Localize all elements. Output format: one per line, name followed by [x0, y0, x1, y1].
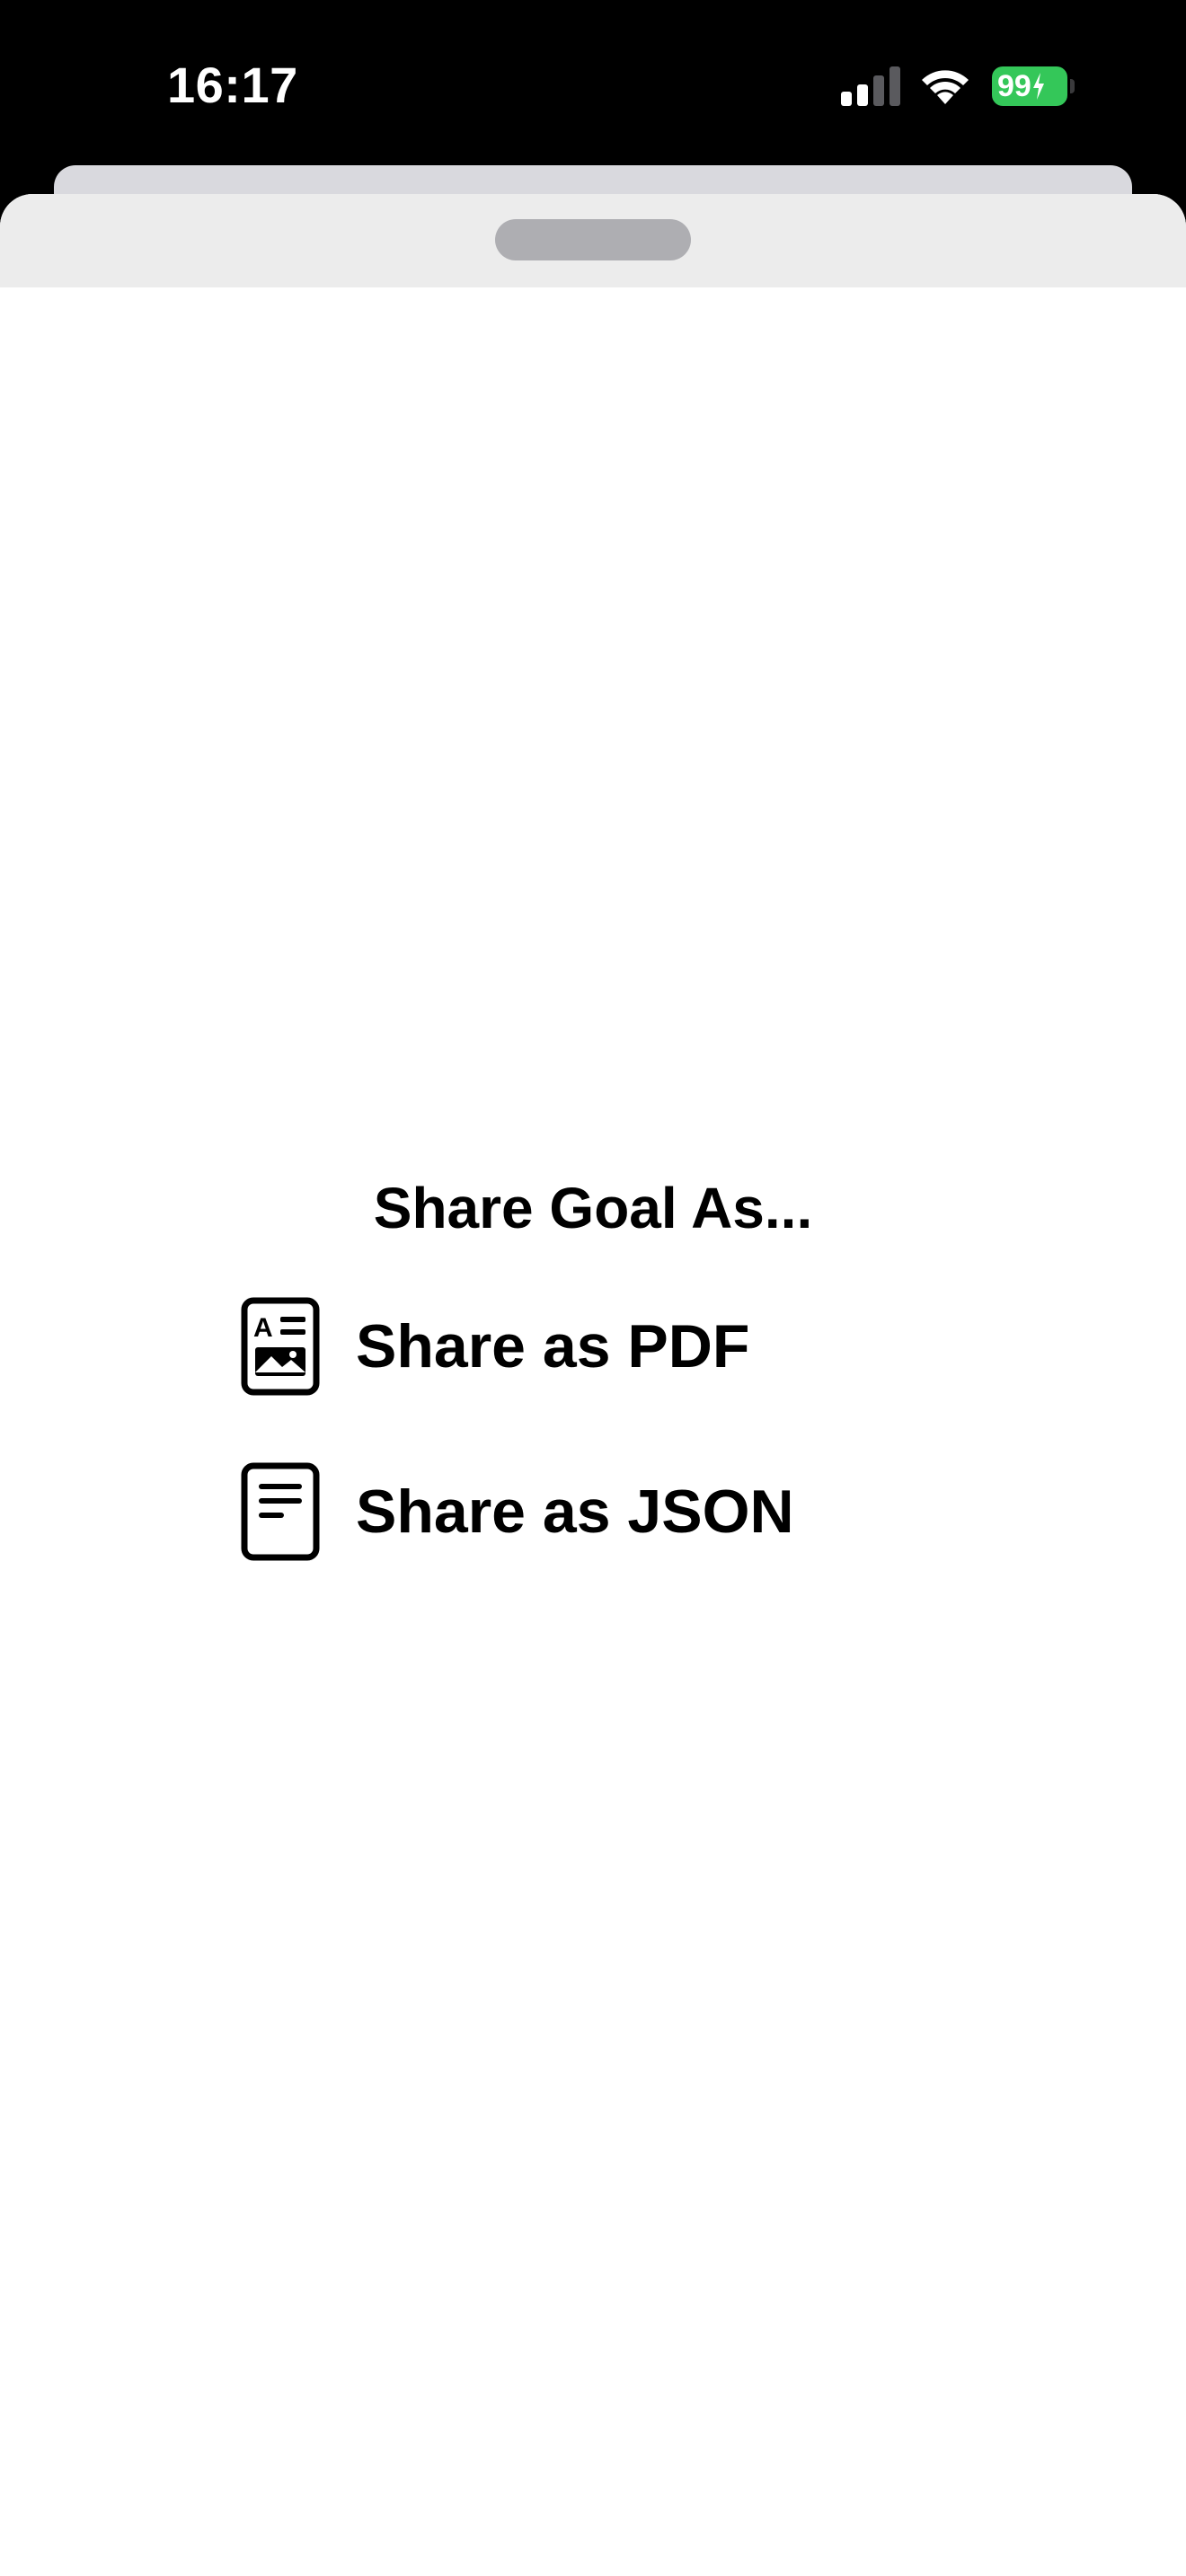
- share-as-json-label: Share as JSON: [356, 1478, 794, 1546]
- status-time: 16:17: [167, 57, 298, 113]
- sheet-header: [0, 194, 1186, 287]
- sheet-grabber[interactable]: [495, 219, 691, 260]
- share-as-pdf-button[interactable]: A Share as PDF: [241, 1297, 749, 1396]
- share-sheet: Share Goal As... A Share as PDF Share as…: [0, 194, 1186, 2576]
- battery-percent: 99: [997, 69, 1031, 103]
- share-as-pdf-label: Share as PDF: [356, 1312, 750, 1381]
- document-text-icon: [241, 1462, 320, 1561]
- charging-bolt-icon: [1032, 73, 1044, 100]
- battery-level: 99: [992, 66, 1067, 106]
- status-bar: 16:17 99: [0, 0, 1186, 166]
- share-as-json-button[interactable]: Share as JSON: [241, 1462, 794, 1561]
- wifi-icon: [922, 70, 969, 104]
- battery-indicator: 99: [992, 66, 1075, 106]
- svg-text:A: A: [253, 1313, 273, 1343]
- cellular-signal-icon: [841, 66, 900, 106]
- sheet-title: Share Goal As...: [373, 1176, 813, 1240]
- battery-tip: [1070, 79, 1075, 93]
- document-image-icon: A: [241, 1297, 320, 1396]
